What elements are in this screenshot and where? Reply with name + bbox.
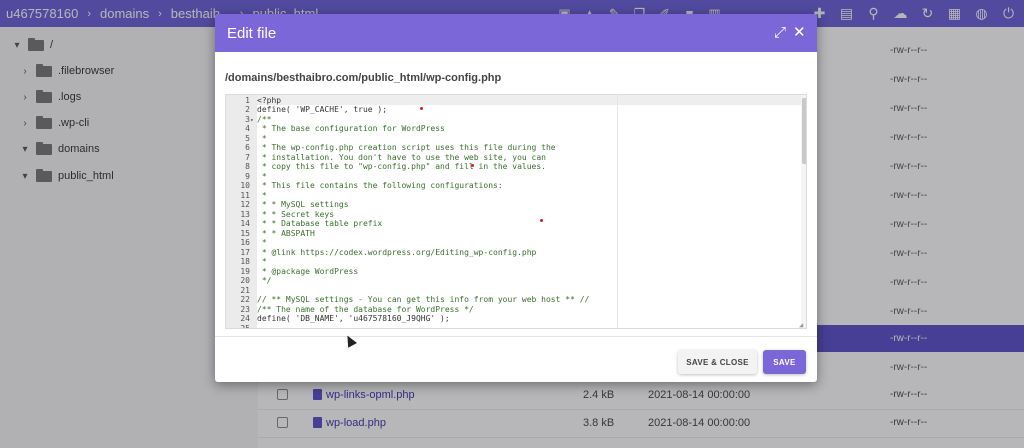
code-line[interactable]: 11 * (226, 190, 267, 201)
code-line[interactable]: 12 * * MySQL settings (226, 200, 349, 210)
code-line[interactable]: 18 * (226, 257, 267, 267)
line-number: 10 (240, 181, 250, 190)
code-line[interactable]: 9 * (226, 171, 267, 182)
code-line[interactable]: 20 */ (226, 276, 271, 286)
code-line[interactable]: 15 * * ABSPATH (226, 228, 315, 239)
line-text: * * Secret keys (257, 209, 335, 219)
line-text: * installation. You don't have to use th… (257, 152, 546, 162)
line-number: 16 (240, 238, 250, 247)
code-line[interactable]: 10 * This file contains the following co… (226, 181, 503, 191)
active-line-highlight (257, 95, 801, 105)
line-number: 7 (245, 152, 250, 162)
line-number: 22 (240, 295, 250, 304)
line-text: * (257, 257, 267, 266)
line-number: 13 (240, 209, 250, 219)
code-line[interactable]: 21 (226, 286, 257, 296)
line-text: * * MySQL settings (257, 200, 349, 209)
vertical-scrollbar[interactable] (801, 95, 806, 328)
line-number: 8 (245, 162, 250, 171)
line-text: * copy this file to "wp-config.php" and … (257, 162, 546, 171)
line-number: 11 (240, 190, 250, 200)
line-number: 15 (240, 228, 250, 238)
close-icon[interactable]: ✕ (793, 25, 806, 41)
line-number: 6 (245, 143, 250, 152)
red-dot-marker (420, 107, 423, 110)
line-text: * * ABSPATH (257, 228, 315, 238)
line-number: 2 (245, 105, 250, 114)
line-text: <?php (257, 95, 282, 105)
fullscreen-icon[interactable]: ⤢ (774, 25, 786, 41)
line-number: 9 (245, 171, 250, 181)
code-line[interactable]: 16 * (226, 238, 267, 248)
resize-handle-icon[interactable]: ◢ (799, 321, 803, 328)
line-text: * @link https://codex.wordpress.org/Edit… (257, 247, 537, 257)
dialog-header: Edit file (215, 14, 817, 52)
line-text: define( 'WP_CACHE', true ); (257, 105, 388, 114)
code-line[interactable]: 5 * (226, 133, 267, 144)
code-editor[interactable]: 1 <?php 2 define( 'WP_CACHE', true ); 3▾/** 4… (225, 94, 807, 329)
line-number: 21 (240, 285, 250, 295)
code-line[interactable]: 25 (226, 323, 257, 329)
print-margin (617, 95, 618, 328)
code-line[interactable]: 4 * The base configuration for WordPress (226, 124, 445, 134)
code-line[interactable]: 7 * installation. You don't have to use … (226, 153, 546, 163)
line-number: 23 (240, 304, 250, 314)
edit-file-dialog: Edit file ⤢ ✕ /domains/besthaibro.com/pu… (215, 14, 817, 382)
red-dot-marker (471, 164, 474, 167)
dialog-title: Edit file (227, 24, 277, 42)
line-number: 14 (240, 219, 250, 228)
line-text: * (257, 190, 267, 200)
line-text: // ** MySQL settings - You can get this … (257, 295, 590, 304)
line-text: * The base configuration for WordPress (257, 124, 445, 133)
line-number: 12 (240, 200, 250, 209)
code-line[interactable]: 1 <?php (226, 96, 281, 106)
code-line[interactable]: 8 * copy this file to "wp-config.php" an… (226, 162, 546, 172)
line-text: define( 'DB_NAME', 'u467578160_J9QHG' ); (257, 314, 450, 323)
line-text: * The wp-config.php creation script uses… (257, 143, 556, 152)
line-number: 4 (245, 124, 250, 133)
line-number: 19 (240, 266, 250, 276)
line-number: 17 (240, 247, 250, 257)
line-text: * @package WordPress (257, 266, 359, 276)
save-button[interactable]: SAVE (763, 350, 806, 374)
save-and-close-button[interactable]: SAVE & CLOSE (678, 350, 757, 374)
line-number: 5 (245, 133, 250, 143)
line-number: 24 (240, 314, 250, 323)
code-line[interactable]: 23 /** The name of the database for WordP… (226, 304, 474, 315)
line-text: */ (257, 276, 272, 285)
dialog-footer: SAVE & CLOSE SAVE (215, 336, 817, 382)
line-text: * This file contains the following confi… (257, 181, 503, 190)
code-line[interactable]: 19 * @package WordPress (226, 267, 358, 277)
code-line[interactable]: 22 // ** MySQL settings - You can get thi… (226, 295, 589, 305)
line-text: /** The name of the database for WordPre… (257, 304, 474, 314)
code-line[interactable]: 6 * The wp-config.php creation script us… (226, 143, 556, 153)
code-line[interactable]: 14 * * Database table prefix (226, 219, 382, 229)
line-number: 20 (240, 276, 250, 285)
code-line[interactable]: 24 define( 'DB_NAME', 'u467578160_J9QHG' … (226, 314, 450, 324)
line-text: * (257, 238, 267, 247)
file-path: /domains/besthaibro.com/public_html/wp-c… (225, 72, 502, 84)
red-dot-marker (540, 219, 543, 222)
line-number: 1 (245, 95, 250, 105)
line-number: 25 (240, 323, 250, 329)
line-text: /** (257, 114, 272, 124)
code-line[interactable]: 3▾/** (226, 115, 271, 125)
code-line[interactable]: 13 * * Secret keys (226, 210, 334, 220)
line-text: * (257, 171, 267, 181)
code-line[interactable]: 17 * @link https://codex.wordpress.org/E… (226, 248, 536, 258)
scrollbar-thumb[interactable] (802, 98, 806, 164)
line-number: 3 (245, 114, 250, 124)
line-number: 18 (240, 257, 250, 266)
line-text: * (257, 133, 267, 143)
line-text: * * Database table prefix (257, 219, 383, 228)
code-line[interactable]: 2 define( 'WP_CACHE', true ); (226, 105, 387, 115)
